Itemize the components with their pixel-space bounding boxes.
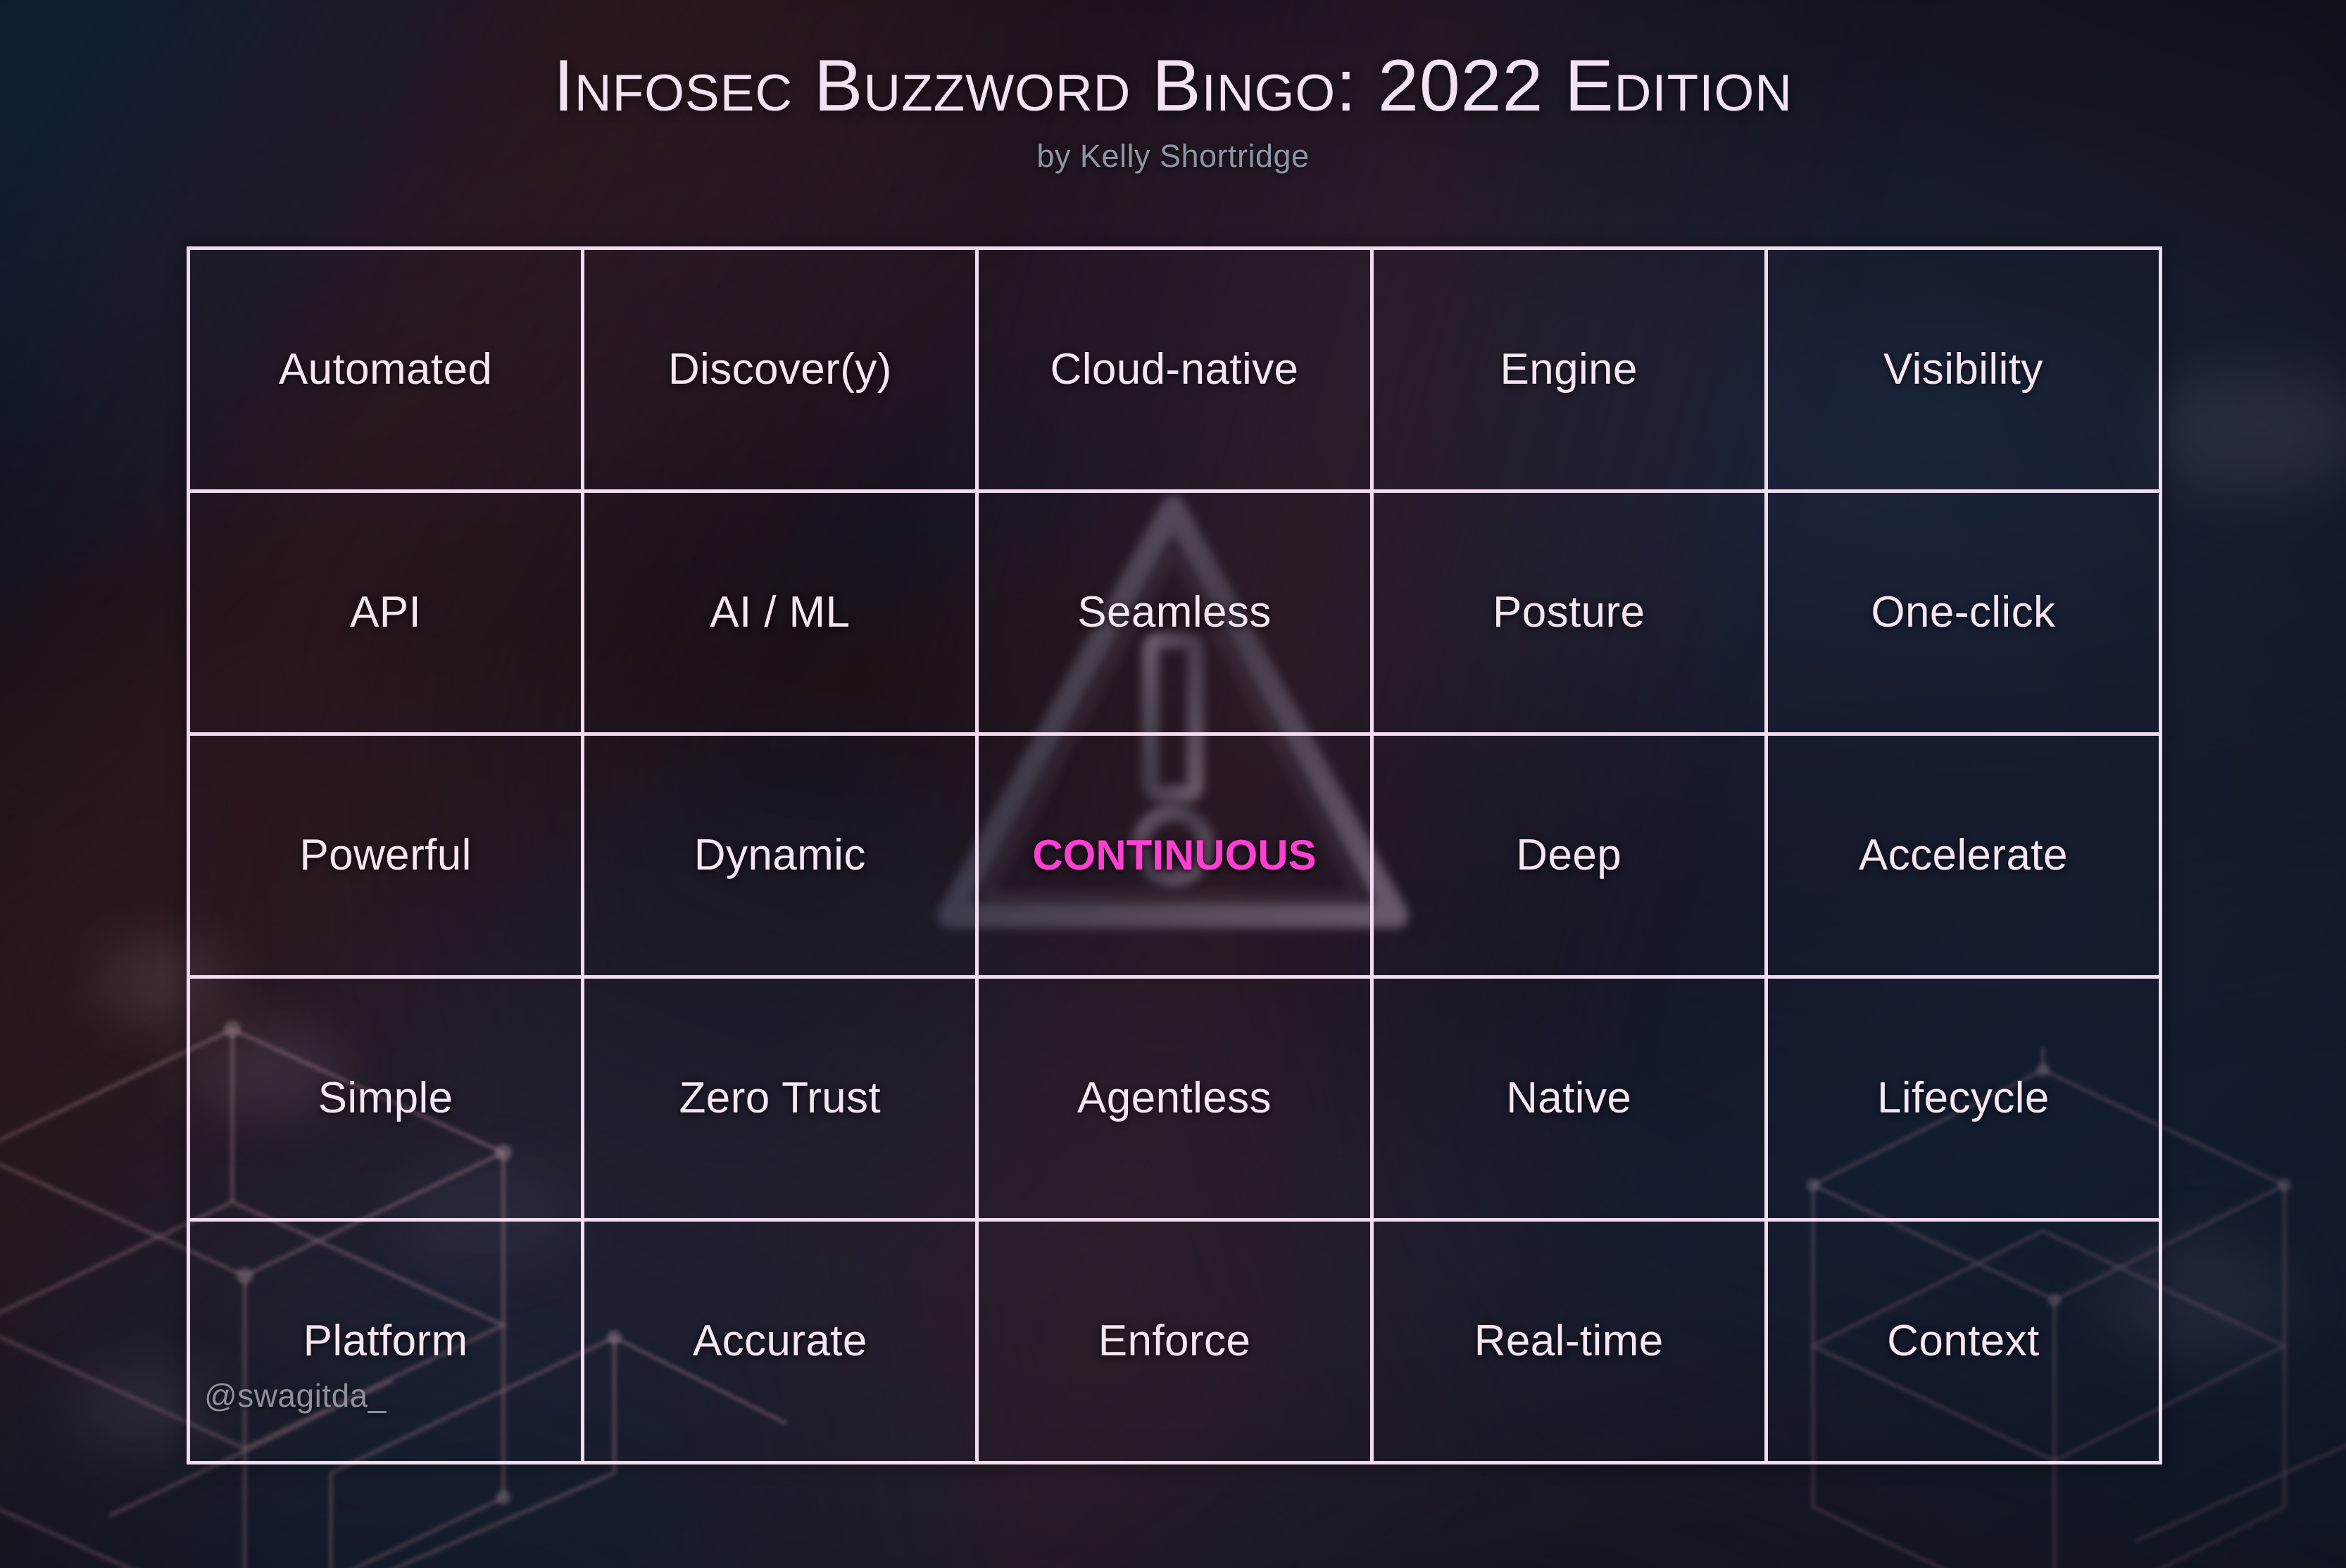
bingo-cell-label: Zero Trust [679,1074,882,1123]
bingo-cell-label: Context [1887,1317,2040,1366]
bingo-cell-label: Seamless [1077,588,1272,637]
bingo-cell-label: Agentless [1077,1074,1272,1123]
bingo-cell[interactable]: Accelerate [1767,736,2162,979]
bingo-cell[interactable]: Dynamic [584,736,979,979]
author-byline: by Kelly Shortridge [1036,138,1310,174]
bingo-grid: Automated Discover(y) Cloud-native Engine Vi… [187,246,2162,1464]
bingo-cell[interactable]: Real-time [1373,1222,1768,1464]
bingo-cell-label: Visibility [1883,345,2043,394]
watermark-handle: @swagitda_ [204,1377,387,1414]
bingo-cell[interactable]: Visibility [1767,250,2162,493]
bingo-cell-label: AI / ML [710,588,851,637]
bingo-cell[interactable]: Platform [190,1222,585,1464]
bingo-cell[interactable]: Agentless [979,979,1374,1222]
bingo-cell[interactable]: Deep [1373,736,1768,979]
bingo-cell-label: One-click [1871,588,2056,637]
bingo-cell-label: Automated [278,345,493,394]
bingo-cell[interactable]: Zero Trust [584,979,979,1222]
bingo-cell[interactable]: Enforce [979,1222,1374,1464]
card-header: Infosec Buzzword Bingo: 2022 Edition by … [0,49,2346,175]
page-title: Infosec Buzzword Bingo: 2022 Edition [553,45,1793,127]
bingo-cell-label: Accurate [692,1317,867,1366]
bingo-cell-label: CONTINUOUS [1032,832,1317,879]
bingo-cell[interactable]: Automated [190,250,585,493]
bingo-cell[interactable]: Context [1767,1222,2162,1464]
bingo-cell[interactable]: Native [1373,979,1768,1222]
bingo-cell[interactable]: Seamless [979,493,1374,736]
bingo-card-page: Infosec Buzzword Bingo: 2022 Edition by … [0,0,2346,1568]
bingo-cell-label: Discover(y) [667,345,892,394]
bingo-cell-label: Deep [1516,831,1622,880]
bingo-cell[interactable]: Lifecycle [1767,979,2162,1222]
bingo-cell-label: Native [1506,1074,1632,1123]
bingo-cell-label: Cloud-native [1050,345,1299,394]
bingo-cell[interactable]: API [190,493,585,736]
bingo-cell[interactable]: Accurate [584,1222,979,1464]
bingo-cell[interactable]: One-click [1767,493,2162,736]
bingo-cell-label: Lifecycle [1876,1074,2050,1123]
bingo-cell[interactable]: Engine [1373,250,1768,493]
bingo-cell-label: API [350,588,422,637]
bingo-cell[interactable]: Simple [190,979,585,1222]
bingo-cell-label: Simple [318,1074,453,1123]
bingo-cell-label: Engine [1500,345,1638,394]
bingo-cell-label: Powerful [299,831,472,880]
bingo-cell-label: Real-time [1474,1317,1664,1366]
bingo-cell-label: Enforce [1098,1317,1251,1366]
bingo-cell-free-space[interactable]: CONTINUOUS [979,736,1374,979]
bingo-cell-label: Posture [1492,588,1645,637]
bingo-cell[interactable]: Discover(y) [584,250,979,493]
bingo-cell-label: Platform [303,1317,468,1366]
bingo-cell[interactable]: AI / ML [584,493,979,736]
bingo-cell[interactable]: Posture [1373,493,1768,736]
bingo-cell-label: Dynamic [694,831,866,880]
bingo-cell[interactable]: Powerful [190,736,585,979]
bingo-cell-label: Accelerate [1858,831,2068,880]
bingo-cell[interactable]: Cloud-native [979,250,1374,493]
